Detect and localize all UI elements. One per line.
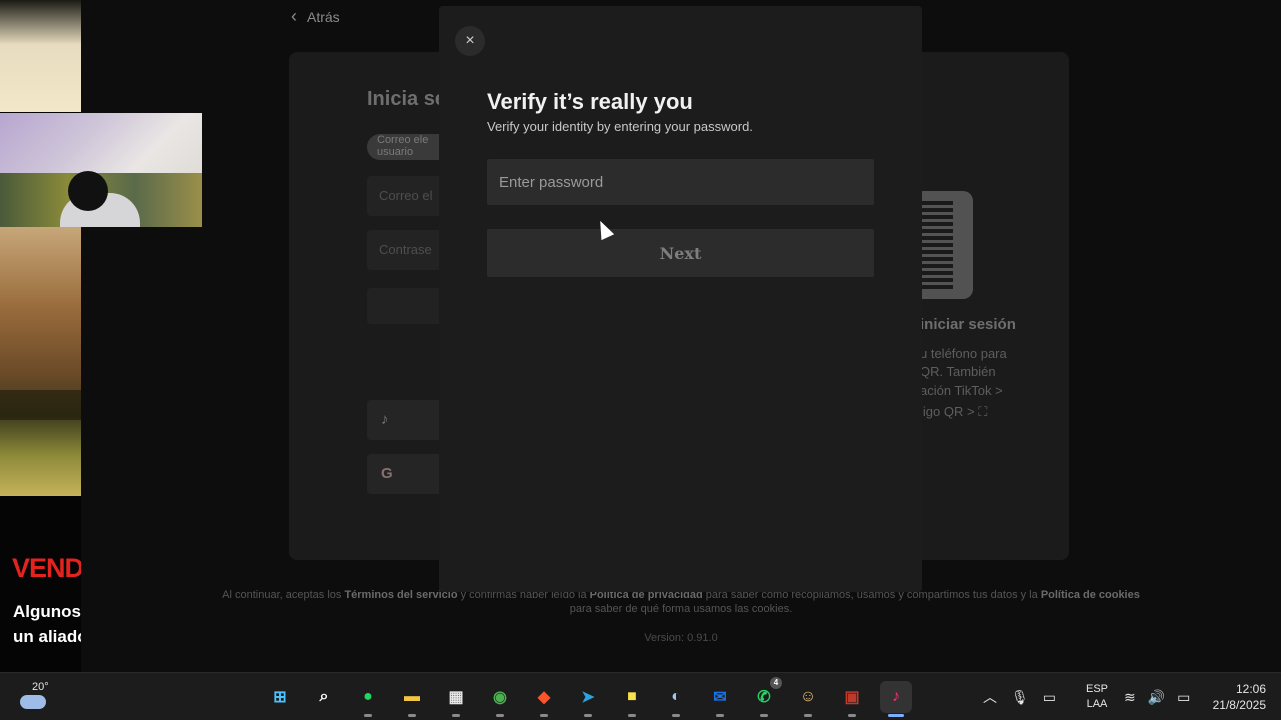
notification-badge: 4 [770, 677, 782, 689]
back-label: Atrás [307, 8, 340, 25]
taskbar-search[interactable]: ⌕ [308, 681, 340, 713]
qr-instruction-text: ligo QR > [920, 404, 975, 419]
running-indicator [540, 714, 548, 717]
overlay-image [0, 0, 81, 112]
modal-subtitle: Verify your identity by entering your pa… [487, 119, 753, 134]
steam-icon: ◐ [671, 688, 681, 705]
game-footage [0, 226, 81, 496]
modal-title: Verify it’s really you [487, 89, 693, 114]
search-icon: ⌕ [319, 688, 329, 705]
running-indicator [408, 714, 416, 717]
cookies-link[interactable]: Política de cookies [1041, 589, 1140, 601]
overlay-caption: Algunos c [13, 602, 81, 621]
microphone-icon[interactable]: 🎙 [1011, 689, 1029, 706]
taskbar-file-explorer[interactable]: ▬ [396, 681, 428, 717]
taskbar-whatsapp[interactable]: ✆ 4 [748, 677, 782, 717]
desktop-screen: ‹ Atrás Inicia se Correo ele usuario Cor… [0, 0, 1281, 720]
close-icon: × [465, 32, 475, 49]
file-explorer-icon: ▬ [404, 688, 420, 705]
webcam-feed [0, 113, 202, 227]
clock-time: 12:06 [1235, 682, 1266, 696]
windows-start-icon: ⊞ [273, 689, 287, 706]
running-indicator [496, 714, 504, 717]
qr-instruction-line: ligo QR > ⛶ [920, 404, 987, 420]
running-indicator [452, 714, 460, 717]
next-button[interactable]: Next [487, 229, 874, 277]
chevron-up-icon[interactable]: ︿ [983, 687, 997, 707]
running-indicator [848, 714, 856, 717]
game-app-icon: ▣ [844, 689, 860, 706]
outlook-icon: ✉ [713, 689, 727, 706]
running-indicator [760, 714, 768, 717]
running-indicator [804, 714, 812, 717]
qr-instruction-line: ación TikTok > [920, 383, 1003, 398]
microsoft-store-icon: ▦ [448, 689, 464, 706]
taskbar-brave[interactable]: ◆ [528, 681, 560, 717]
discord-avatar-icon: ☺ [799, 688, 817, 705]
taskbar-telegram[interactable]: ➤ [572, 681, 604, 717]
stream-overlay: VENDA Algunos c un aliado [0, 0, 81, 672]
whatsapp-icon: ✆ [757, 689, 771, 706]
running-indicator [364, 714, 372, 717]
qr-title: iniciar sesión [920, 316, 1016, 333]
keyboard-layout: LAA [1086, 698, 1108, 710]
running-indicator [584, 714, 592, 717]
running-indicator [888, 714, 904, 717]
taskbar-steam[interactable]: ◐ [660, 681, 692, 717]
temperature-label: 20° [32, 681, 49, 693]
overlay-caption: un aliado [13, 627, 81, 646]
volume-icon: 🔊 [1147, 688, 1166, 705]
taskbar-sticky-notes[interactable]: ■ [616, 681, 648, 717]
running-indicator [628, 714, 636, 717]
taskbar-spotify[interactable]: ● [352, 681, 384, 717]
game-footage-shadow [0, 390, 81, 420]
brave-icon: ◆ [537, 689, 551, 706]
webcam-person-head [68, 171, 108, 211]
verify-modal: × Verify it’s really you Verify your ide… [439, 6, 922, 592]
clock-date: 21/8/2025 [1212, 698, 1266, 712]
weather-widget[interactable]: 20° [18, 679, 58, 715]
scan-icon: ⛶ [978, 404, 988, 419]
legal-text: Al continuar, aceptas los [222, 589, 345, 601]
tiktok-icon: ♪ [892, 688, 900, 705]
taskbar-discord-avatar[interactable]: ☺ [792, 681, 824, 717]
spotify-icon: ● [363, 688, 373, 705]
close-button[interactable]: × [455, 26, 485, 56]
taskbar-apps: ⊞ ⌕ ● ▬ ▦ ◉ ◆ ➤ ■ ◐ ✉ ✆ 4 ☺ ▣ ♪ [264, 677, 912, 717]
system-tray: ︿ 🎙 ▭ [983, 673, 1056, 720]
telegram-icon: ➤ [581, 689, 595, 706]
login-title: Inicia se [367, 88, 446, 110]
sticky-notes-icon: ■ [627, 688, 637, 705]
version-label: Version: 0.91.0 [644, 632, 718, 644]
legal-text: para saber de qué forma usamos las cooki… [569, 603, 793, 615]
taskbar-outlook[interactable]: ✉ [704, 681, 736, 717]
google-icon: G [381, 465, 393, 482]
taskbar-microsoft-store[interactable]: ▦ [440, 681, 472, 717]
chevron-left-icon: ‹ [291, 6, 297, 26]
taskbar-windows-start[interactable]: ⊞ [264, 681, 296, 713]
chrome-icon: ◉ [493, 689, 507, 706]
running-indicator [716, 714, 724, 717]
qr-instruction-line: QR. También [920, 364, 996, 379]
cloud-icon [20, 695, 46, 709]
wifi-icon: ≋ [1124, 688, 1136, 705]
taskbar-chrome[interactable]: ◉ [484, 681, 516, 717]
taskbar-tiktok[interactable]: ♪ [880, 681, 912, 717]
running-indicator [672, 714, 680, 717]
qr-code-pattern [919, 201, 953, 289]
tiktok-icon: ♪ [381, 411, 389, 428]
taskbar: 20° ⊞ ⌕ ● ▬ ▦ ◉ ◆ ➤ ■ ◐ ✉ ✆ 4 ☺ ▣ ♪ ︿ 🎙 ▭ ESP LAA ≋ 🔊 ▭… [0, 672, 1281, 720]
qr-instruction-line: u teléfono para [920, 346, 1007, 361]
language-indicator[interactable]: ESP LAA [1080, 682, 1114, 712]
system-tray-status[interactable]: ≋ 🔊 ▭ [1124, 673, 1190, 720]
legal-notice: Al continuar, aceptas los Términos del s… [221, 588, 1141, 616]
language-code: ESP [1085, 683, 1108, 695]
back-link[interactable]: ‹ Atrás [291, 6, 340, 27]
overlay-headline: VENDA [12, 553, 81, 583]
clock[interactable]: 12:06 21/8/2025 [1196, 681, 1266, 713]
password-input[interactable] [487, 159, 874, 205]
taskbar-game-app[interactable]: ▣ [836, 681, 868, 717]
battery-icon: ▭ [1177, 688, 1191, 705]
display-icon[interactable]: ▭ [1043, 689, 1056, 706]
